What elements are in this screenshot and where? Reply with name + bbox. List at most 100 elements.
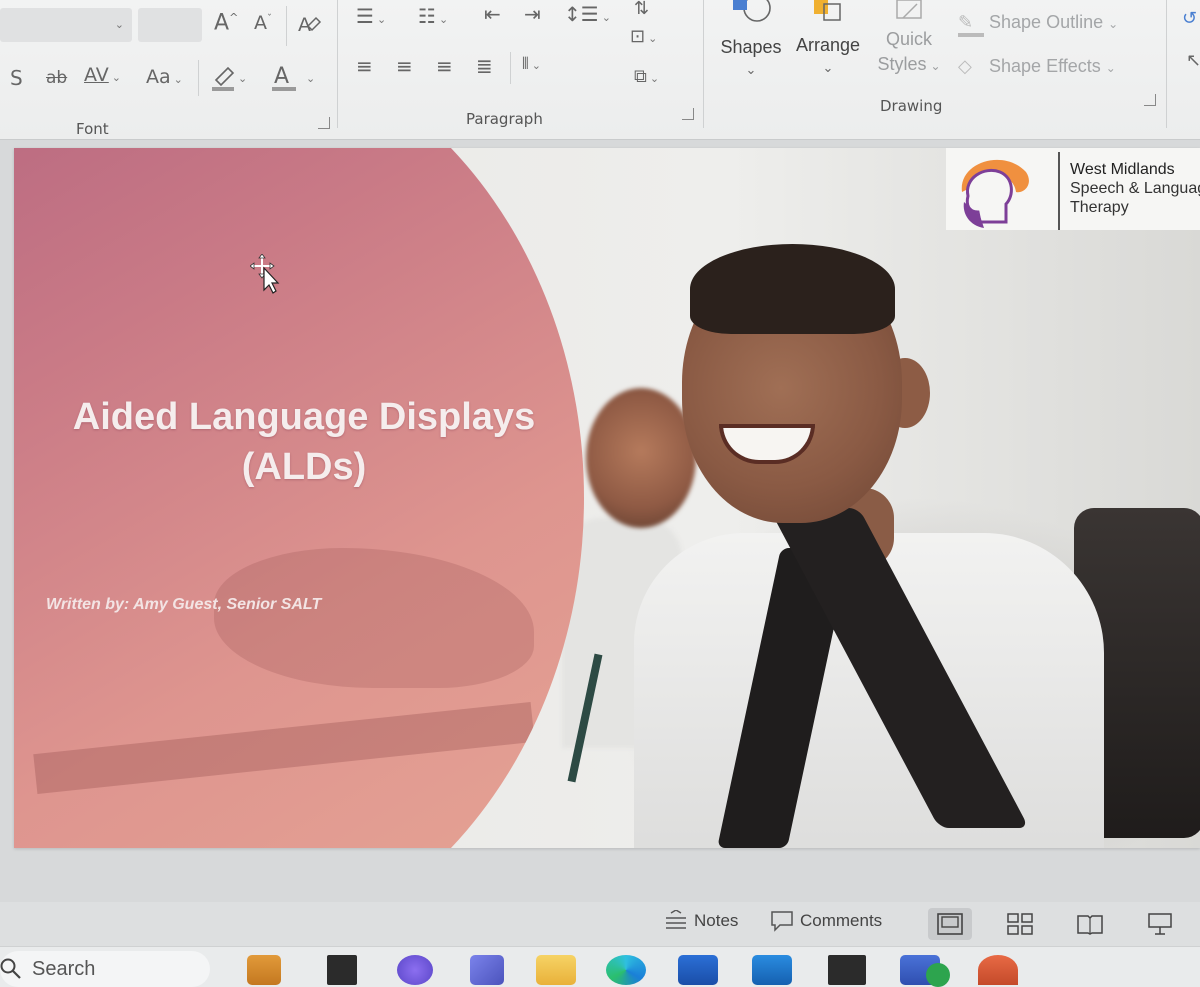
search-icon (0, 958, 21, 979)
word-icon[interactable] (678, 955, 718, 985)
notes-button[interactable]: Notes (664, 910, 738, 932)
justify-button[interactable]: ≣ (476, 56, 493, 76)
text-direction-button[interactable]: ⇅ (634, 0, 649, 18)
divider (198, 60, 199, 96)
teams-icon[interactable] (470, 955, 504, 985)
font-color-button[interactable]: A ⌄ (272, 62, 318, 95)
drawing-group-label: Drawing (880, 97, 943, 115)
paragraph-group-label: Paragraph (466, 110, 543, 128)
highlighter-icon: ⌄ (212, 66, 247, 91)
reading-view-button[interactable] (1068, 908, 1112, 940)
slideshow-view-button[interactable] (1138, 908, 1182, 940)
font-group-label: Font (76, 120, 109, 138)
edge-browser-icon[interactable] (606, 955, 646, 985)
slide-title-line-1: Aided Language Displays (72, 396, 536, 438)
normal-view-icon (937, 913, 963, 935)
align-right-button[interactable]: ≡ (436, 56, 453, 76)
line-spacing-button[interactable]: ↕☰ ⌄ (564, 4, 611, 24)
slide[interactable]: Aided Language Displays (ALDs) Written b… (14, 148, 1200, 848)
arrange-button[interactable]: Arrange ⌄ (792, 0, 864, 76)
font-name-combo[interactable]: ⌄ (0, 8, 132, 42)
drawing-dialog-launcher[interactable] (1144, 94, 1156, 106)
taskbar-search[interactable]: Search (0, 951, 210, 987)
shape-effects-button[interactable]: ◇ Shape Effects ⌄ (958, 56, 1116, 77)
strikethrough-button[interactable]: S (10, 68, 23, 88)
highlight-color-button[interactable]: ⌄ (210, 62, 250, 95)
title-panel-shape[interactable] (14, 148, 584, 848)
logo-line-3: Therapy (1070, 199, 1129, 216)
decrease-indent-button[interactable]: ⇤ (484, 4, 501, 24)
numbering-button[interactable]: ☷ ⌄ (418, 6, 448, 26)
shapes-button[interactable]: Shapes ⌄ (716, 0, 786, 78)
terminal-icon[interactable] (828, 955, 866, 985)
logo-line-2: Speech & Language (1070, 180, 1200, 197)
child-hair (690, 244, 895, 334)
shapes-icon (733, 0, 771, 22)
shrink-font-button[interactable]: Aˇ (254, 14, 272, 33)
check-badge-icon (926, 963, 950, 987)
shape-outline-button[interactable]: ✎ Shape Outline ⌄ (958, 12, 1118, 37)
clear-formatting-icon: A (298, 14, 322, 36)
paragraph-group: ☰ ⌄ ☷ ⌄ ⇤ ⇥ ↕☰ ⌄ ≡ ≡ ≡ ≣ ⫴ ⌄ ⇅ ⊡ ⌄ ⧉ ⌄ Paragra… (338, 0, 702, 140)
shrink-font-label: A (254, 12, 267, 34)
outlook-icon[interactable] (752, 955, 792, 985)
logo-divider (1058, 152, 1060, 230)
normal-view-button[interactable] (928, 908, 972, 940)
file-explorer-icon[interactable] (536, 955, 576, 985)
logo-text: West Midlands Speech & Language Therapy (1070, 160, 1200, 217)
slide-author-text[interactable]: Written by: Amy Guest, Senior SALT (46, 596, 321, 614)
task-view-icon[interactable] (327, 955, 357, 985)
organisation-logo[interactable]: West Midlands Speech & Language Therapy (946, 148, 1200, 230)
find-icon[interactable]: ↺ (1182, 10, 1197, 28)
shape-effects-label: Shape Effects (989, 56, 1101, 76)
windows-taskbar: Search (0, 946, 1200, 987)
font-dialog-launcher[interactable] (318, 117, 330, 129)
change-case-button[interactable]: Aa ⌄ (146, 68, 183, 87)
slide-title[interactable]: Aided Language Displays (ALDs) (34, 392, 574, 492)
teams-chat-icon[interactable] (397, 955, 433, 985)
font-size-combo[interactable] (138, 8, 202, 42)
increase-indent-button[interactable]: ⇥ (524, 4, 541, 24)
quick-styles-label-2-wrap: Styles ⌄ (868, 54, 950, 75)
paragraph-dialog-launcher[interactable] (682, 108, 694, 120)
grow-font-label: A (214, 10, 230, 36)
drawing-group: Shapes ⌄ Arrange ⌄ Quick Styles ⌄ ✎ Shape… (704, 0, 1164, 140)
chevron-down-icon: ⌄ (601, 11, 611, 24)
briefcase-icon[interactable] (247, 955, 281, 985)
pencil-icon: ✎ (958, 12, 984, 37)
chevron-down-icon: ⌄ (648, 32, 658, 45)
slide-title-line-2: (ALDs) (241, 446, 367, 488)
panel-shading (33, 701, 535, 795)
presentation-icon (1148, 913, 1172, 935)
status-bar: Notes Comments (0, 902, 1200, 946)
align-center-button[interactable]: ≡ (396, 56, 413, 76)
chevron-down-icon: ⌄ (111, 71, 121, 84)
slide-sorter-view-button[interactable] (998, 908, 1042, 940)
quick-styles-button[interactable]: Quick Styles ⌄ (868, 0, 950, 75)
notes-label: Notes (694, 911, 739, 930)
svg-text:⌄: ⌄ (238, 72, 247, 85)
chevron-down-icon: ⌄ (173, 73, 183, 86)
chevron-down-icon: ⌄ (114, 18, 124, 31)
grow-font-button[interactable]: A^ (214, 12, 238, 34)
background-child-head (586, 388, 696, 528)
align-text-button[interactable]: ⊡ ⌄ (630, 28, 657, 46)
comments-button[interactable]: Comments (770, 910, 882, 932)
panel-shading (214, 548, 534, 688)
character-spacing-button[interactable]: AV ⌄ (84, 66, 121, 85)
head-profile-logo-icon (961, 159, 1029, 228)
clear-formatting-button[interactable]: A (296, 12, 322, 39)
powerpoint-icon[interactable] (978, 955, 1018, 985)
grid-view-icon (1007, 913, 1033, 935)
shapes-label: Shapes (720, 37, 782, 57)
convert-to-smartart-button[interactable]: ⧉ ⌄ (634, 68, 659, 86)
columns-button[interactable]: ⫴ ⌄ (522, 56, 541, 72)
select-cursor-icon[interactable]: ↖ (1186, 52, 1200, 70)
align-left-button[interactable]: ≡ (356, 56, 373, 76)
quick-styles-label-2: Styles (877, 54, 927, 74)
chevron-down-icon: ⌄ (649, 72, 660, 85)
bullets-button[interactable]: ☰ ⌄ (356, 6, 386, 26)
double-strike-button[interactable]: ab (46, 70, 67, 87)
book-icon (1077, 915, 1103, 935)
logo-line-1: West Midlands (1070, 161, 1175, 178)
